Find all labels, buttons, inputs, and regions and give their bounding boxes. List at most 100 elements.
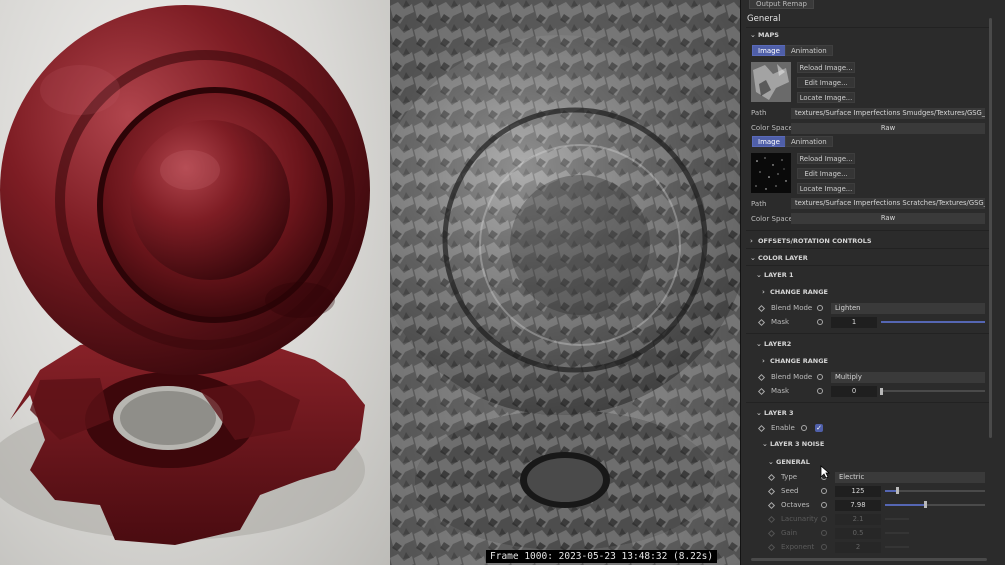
animate-circle-icon [821,516,827,522]
section-layer-1[interactable]: ⌄ LAYER 1 [756,269,794,281]
scratch-texture-icon [751,153,791,193]
frame-info-label: Frame 1000: 2023-05-23 13:48:32 (8.22s) [486,550,718,563]
animate-circle-icon[interactable] [817,305,823,311]
path-field-2[interactable]: textures/Surface Imperfections Scratches… [791,198,985,209]
exponent-value-field: 2 [835,542,881,553]
path-label-2: Path [751,200,767,208]
seed-label: Seed [781,487,799,495]
color-space-select-2[interactable]: Raw [791,213,985,224]
output-remap-tab[interactable]: Output Remap [749,0,814,9]
chevron-down-icon: ⌄ [750,254,756,262]
lacunarity-value-field: 2.1 [835,514,881,525]
color-space-select-1[interactable]: Raw [791,123,985,134]
tab-image-2[interactable]: Image [752,136,786,147]
seed-slider-handle[interactable] [896,487,899,494]
reload-image-button-1[interactable]: Reload Image... [797,62,855,73]
mask-value-field-1[interactable]: 1 [831,317,877,328]
chevron-down-icon: ⌄ [768,458,774,466]
blend-mode-select-1[interactable]: Lighten [831,303,985,314]
exponent-label: Exponent [781,543,815,551]
section-layer-3[interactable]: ⌄ LAYER 3 [756,407,794,419]
mask-value-field-2[interactable]: 0 [831,386,877,397]
smudge-texture-icon [751,62,791,102]
noise-shader-ball-render [390,0,740,565]
chevron-right-icon: › [762,357,765,365]
texture-thumbnail-smudges[interactable] [751,62,791,102]
divider [746,333,989,334]
lacunarity-slider [885,518,909,520]
octaves-slider[interactable] [885,504,985,506]
mask-label-2: Mask [771,387,790,395]
section-layer-2[interactable]: ⌄ LAYER2 [756,338,791,350]
animate-circle-icon[interactable] [821,502,827,508]
gain-label: Gain [781,529,798,537]
section-maps[interactable]: ⌄ MAPS [750,29,779,41]
render-viewport-mid: Frame 1000: 2023-05-23 13:48:32 (8.22s) [390,0,740,565]
blend-mode-select-2[interactable]: Multiply [831,372,985,383]
animate-circle-icon[interactable] [821,488,827,494]
octaves-slider-handle[interactable] [924,501,927,508]
seed-slider[interactable] [885,490,985,492]
locate-image-button-2[interactable]: Locate Image... [797,183,855,194]
blend-mode-label-1: Blend Mode [771,304,813,312]
section-offsets-rotation[interactable]: › OFFSETS/ROTATION CONTROLS [750,235,872,247]
enable-label: Enable [771,424,795,432]
tab-animation-1[interactable]: Animation [785,45,833,56]
octaves-value-field[interactable]: 7.98 [835,500,881,511]
path-label-1: Path [751,109,767,117]
tab-animation-2[interactable]: Animation [785,136,833,147]
color-space-label-1: Color Space [751,124,793,132]
edit-image-button-1[interactable]: Edit Image... [797,77,855,88]
section-color-layer[interactable]: ⌄ COLOR LAYER [750,252,808,264]
gain-slider [885,532,909,534]
chevron-down-icon: ⌄ [756,340,762,348]
animate-circle-icon [821,544,827,550]
divider [746,248,989,249]
section-layer1-change-range[interactable]: › CHANGE RANGE [762,286,828,298]
chevron-right-icon: › [762,288,765,296]
mask-slider-2[interactable] [881,390,985,392]
horizontal-scrollbar[interactable] [751,558,987,561]
chevron-right-icon: › [750,237,753,245]
mask-label-1: Mask [771,318,790,326]
mask-slider-2-handle[interactable] [880,388,883,395]
mask-slider-1-fill [881,321,985,323]
section-layer2-change-range[interactable]: › CHANGE RANGE [762,355,828,367]
enable-checkbox[interactable]: ✓ [815,424,823,432]
mask-slider-1[interactable] [881,321,985,323]
chevron-down-icon: ⌄ [762,440,768,448]
animate-circle-icon[interactable] [817,388,823,394]
section-layer3-noise[interactable]: ⌄ LAYER 3 NOISE [762,438,824,450]
octaves-slider-fill [885,504,925,506]
animate-circle-icon[interactable] [817,319,823,325]
edit-image-button-2[interactable]: Edit Image... [797,168,855,179]
noise-type-select[interactable]: Electric [835,472,985,483]
octaves-label: Octaves [781,501,810,509]
divider [746,230,989,231]
gain-value-field: 0.5 [835,528,881,539]
color-space-label-2: Color Space [751,215,793,223]
path-field-1[interactable]: textures/Surface Imperfections Smudges/T… [791,108,985,119]
texture-thumbnail-scratches[interactable] [751,153,791,193]
seed-value-field[interactable]: 125 [835,486,881,497]
chevron-down-icon: ⌄ [750,31,756,39]
render-viewport-left [0,0,390,565]
vertical-scrollbar[interactable] [989,18,992,438]
tab-image-1[interactable]: Image [752,45,786,56]
animate-circle-icon[interactable] [801,425,807,431]
mouse-cursor-icon [820,465,830,479]
panel-title: General [747,14,781,24]
locate-image-button-1[interactable]: Locate Image... [797,92,855,103]
animate-circle-icon[interactable] [817,374,823,380]
type-label: Type [781,473,798,481]
divider [746,27,989,28]
section-noise-general[interactable]: ⌄ GENERAL [768,456,810,468]
divider [746,265,989,266]
lacunarity-label: Lacunarity [781,515,818,523]
blend-mode-label-2: Blend Mode [771,373,813,381]
reload-image-button-2[interactable]: Reload Image... [797,153,855,164]
chevron-down-icon: ⌄ [756,271,762,279]
divider [746,402,989,403]
exponent-slider [885,546,909,548]
red-shader-ball-render [0,5,370,545]
